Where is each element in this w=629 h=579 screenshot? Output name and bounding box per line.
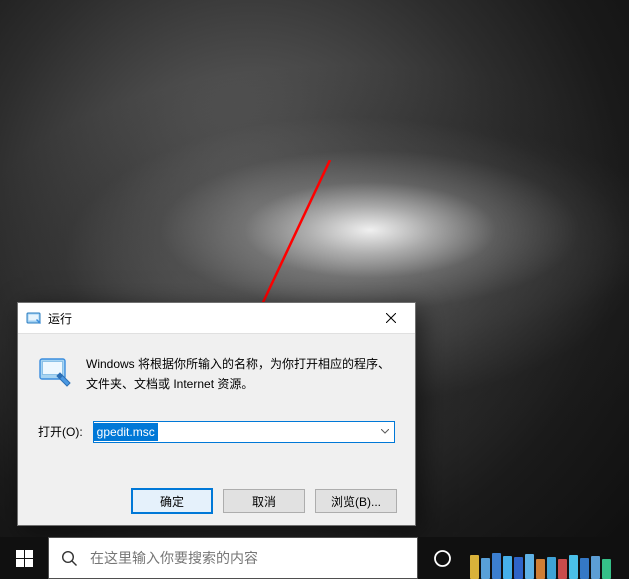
dialog-button-row: 确定 取消 浏览(B)... (18, 477, 415, 525)
run-dialog-icon (26, 310, 42, 326)
taskbar-thumb[interactable] (580, 558, 589, 579)
taskbar-thumb[interactable] (481, 558, 490, 579)
taskbar-search[interactable]: 在这里输入你要搜索的内容 (48, 537, 418, 579)
dialog-description: Windows 将根据你所输入的名称，为你打开相应的程序、文件夹、文档或 Int… (86, 354, 395, 395)
taskbar-tray (466, 537, 629, 579)
taskbar-thumb[interactable] (547, 557, 556, 579)
windows-logo-icon (16, 550, 33, 567)
search-icon (61, 550, 78, 567)
taskbar-thumb[interactable] (503, 556, 512, 579)
taskbar-thumb[interactable] (591, 556, 600, 579)
taskbar: 在这里输入你要搜索的内容 (0, 537, 629, 579)
taskbar-thumb[interactable] (569, 555, 578, 579)
desktop-background: 运行 Windows 将根据你所输入的名称，为你打开相应的程序、文件夹、文档或 (0, 0, 629, 579)
combobox-dropdown-button[interactable] (376, 422, 394, 442)
taskbar-thumb[interactable] (536, 559, 545, 579)
taskbar-search-placeholder: 在这里输入你要搜索的内容 (90, 548, 258, 568)
taskbar-thumb[interactable] (470, 555, 479, 579)
ok-button[interactable]: 确定 (131, 488, 213, 514)
open-input-selection: gpedit.msc (94, 423, 158, 441)
run-dialog: 运行 Windows 将根据你所输入的名称，为你打开相应的程序、文件夹、文档或 (17, 302, 416, 526)
taskbar-window-previews (470, 531, 611, 579)
close-button[interactable] (368, 304, 413, 333)
close-icon (386, 313, 396, 323)
titlebar: 运行 (18, 303, 415, 334)
taskbar-thumb[interactable] (602, 559, 611, 579)
chevron-down-icon (381, 429, 389, 434)
open-combobox[interactable]: gpedit.msc (93, 421, 395, 443)
taskbar-thumb[interactable] (514, 557, 523, 579)
cortana-button[interactable] (418, 537, 466, 579)
start-button[interactable] (0, 537, 48, 579)
run-program-icon (38, 354, 72, 388)
cancel-button[interactable]: 取消 (223, 489, 305, 513)
taskbar-thumb[interactable] (558, 559, 567, 579)
cortana-icon (433, 549, 452, 568)
browse-button[interactable]: 浏览(B)... (315, 489, 397, 513)
dialog-title: 运行 (48, 310, 368, 327)
open-label: 打开(O): (38, 423, 83, 440)
taskbar-thumb[interactable] (525, 554, 534, 579)
taskbar-thumb[interactable] (492, 553, 501, 579)
